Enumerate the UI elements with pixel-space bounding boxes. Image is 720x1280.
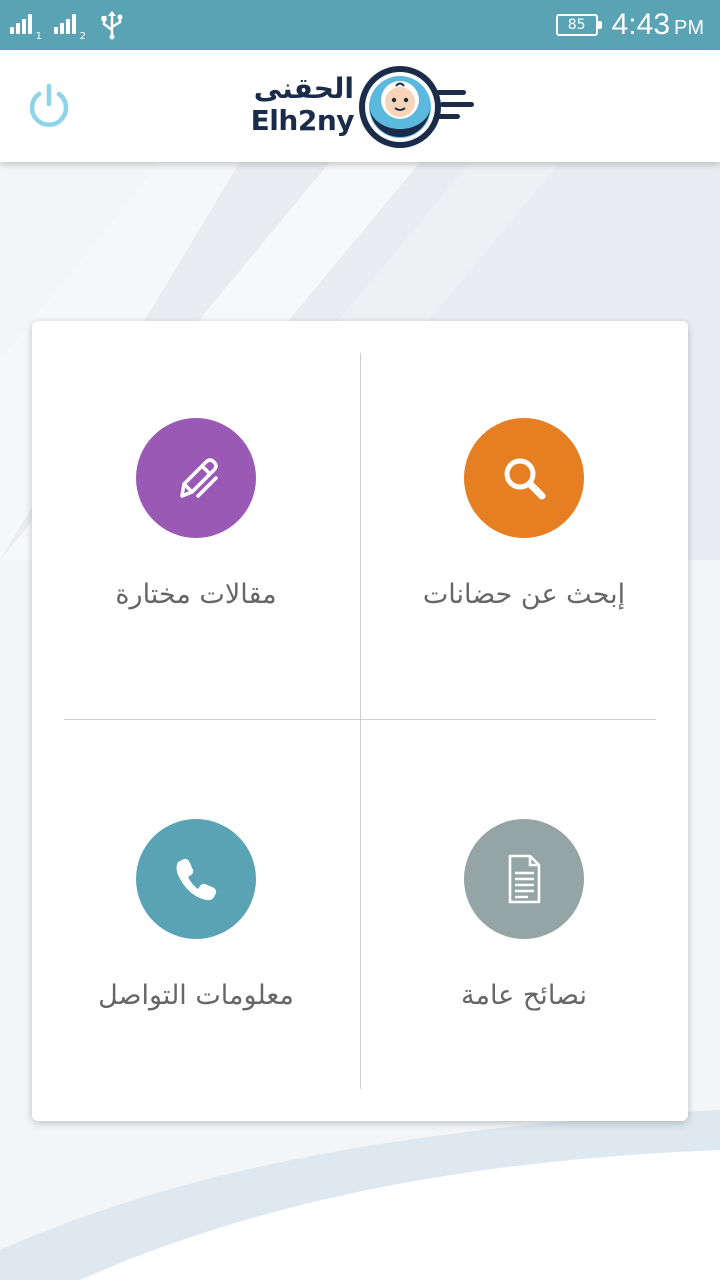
app-header: الحقنى Elh2ny (0, 50, 720, 162)
clock-ampm: PM (674, 17, 704, 39)
status-right: 85 4:43 PM (555, 6, 704, 44)
search-label: إبحث عن حضانات (422, 579, 626, 610)
menu-tile-search[interactable]: إبحث عن حضانات (360, 321, 688, 719)
tips-circle[interactable] (464, 819, 584, 939)
status-left: 1 2 (10, 8, 126, 42)
status-bar: 1 2 85 4:43 PM (0, 0, 720, 50)
clock-time: 4:43 (611, 8, 670, 41)
menu-tile-tips[interactable]: نصائح عامة (360, 720, 688, 1118)
search-icon (504, 458, 546, 500)
usb-icon (101, 11, 123, 40)
articles-circle[interactable] (136, 418, 256, 538)
sim1-label: 1 (35, 31, 42, 42)
tips-label: نصائح عامة (461, 980, 587, 1011)
clock: 4:43 PM (612, 8, 704, 42)
power-icon[interactable] (25, 82, 73, 130)
menu-tile-articles[interactable]: مقالات مختارة (32, 321, 360, 719)
app-logo: الحقنى Elh2ny (248, 62, 474, 152)
baby-logo-icon (359, 66, 474, 148)
logo-arabic: الحقنى (253, 72, 354, 105)
sim2-label: 2 (79, 31, 86, 42)
phone-icon (176, 858, 217, 901)
pencil-icon (180, 458, 218, 498)
signal-sim2-icon: 2 (54, 12, 86, 42)
signal-sim1-icon: 1 (10, 12, 42, 42)
menu-card: مقالات مختارة إبحث عن حضانات معلومات الت… (32, 321, 688, 1121)
contact-circle[interactable] (136, 819, 256, 939)
logo-latin: Elh2ny (250, 104, 355, 137)
document-icon (508, 854, 541, 904)
articles-label: مقالات مختارة (115, 579, 277, 610)
logo-text: الحقنى Elh2ny (248, 72, 355, 137)
menu-tile-contact[interactable]: معلومات التواصل (32, 720, 360, 1118)
search-circle[interactable] (464, 418, 584, 538)
battery-icon: 85 (555, 14, 602, 36)
contact-label: معلومات التواصل (98, 980, 294, 1011)
